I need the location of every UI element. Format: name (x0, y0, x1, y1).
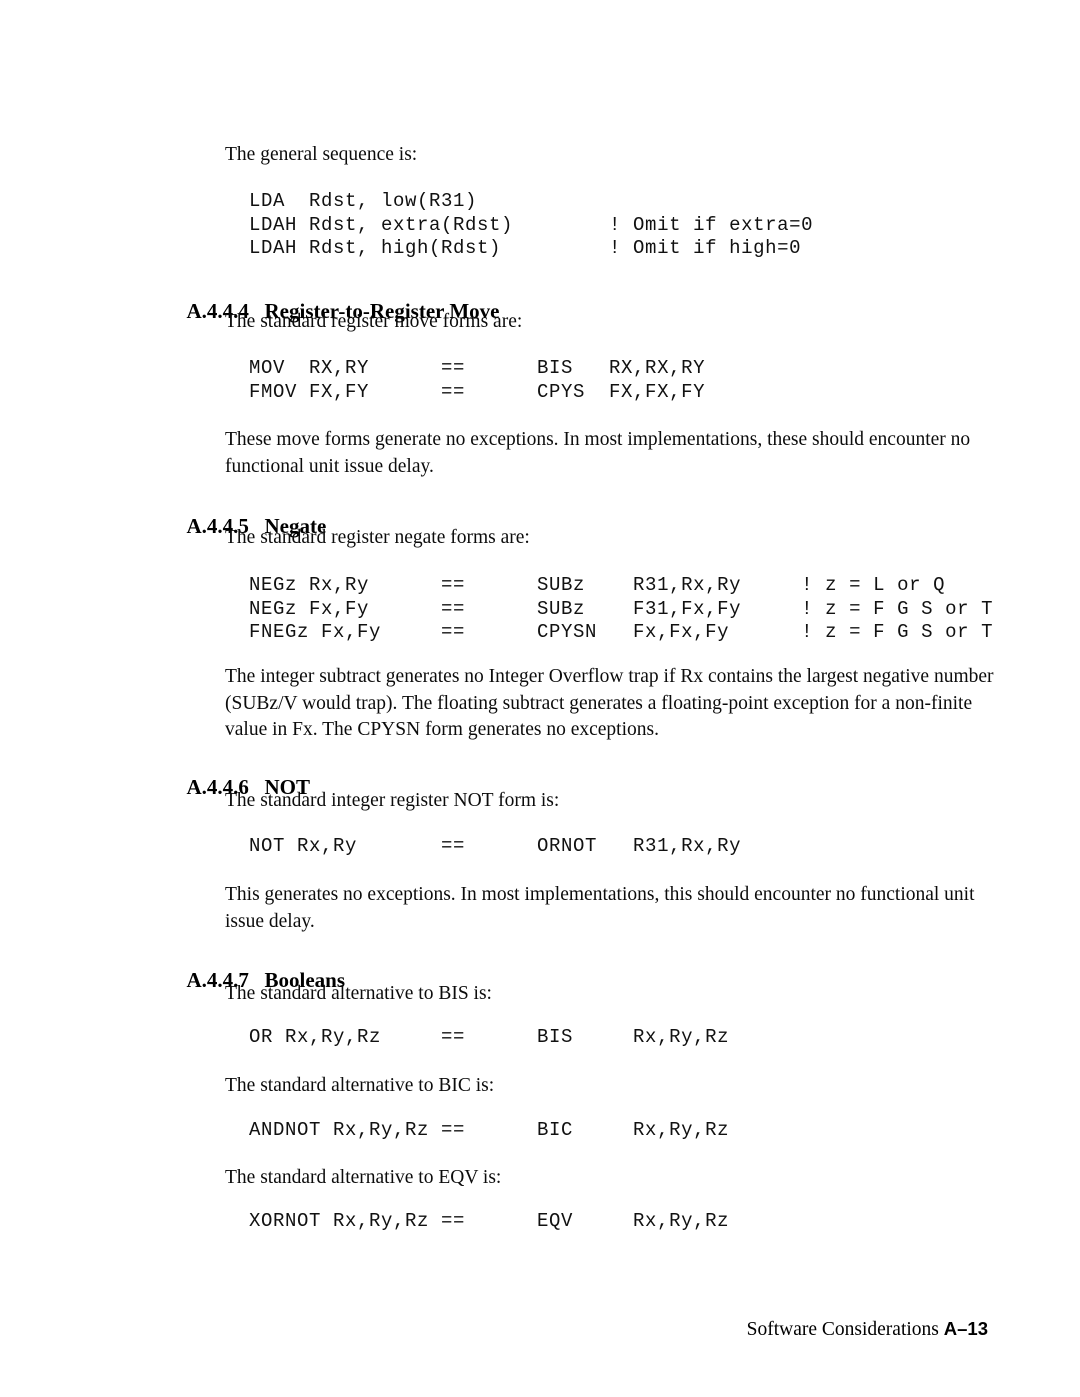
paragraph-move-forms-note: These move forms generate no exceptions.… (225, 429, 976, 477)
paragraph-negate-forms-intro: The standard register negate forms are: (225, 527, 530, 548)
paragraph-not-note: This generates no exceptions. In most im… (225, 884, 980, 932)
paragraph-general-sequence-intro: The general sequence is: (225, 144, 418, 165)
code-block-not: NOT Rx,Ry == ORNOT R31,Rx,Ry (249, 835, 742, 857)
paragraph-move-forms-intro: The standard register move forms are: (225, 311, 523, 332)
code-block-general-sequence: LDA Rdst, low(R31) LDAH Rdst, extra(Rdst… (249, 190, 814, 259)
paragraph-negate-note: The integer subtract generates no Intege… (225, 666, 999, 740)
code-block-negate: NEGz Rx,Ry == SUBz R31,Rx,Ry ! z = L or … (249, 574, 994, 643)
footer-page-number: A–13 (943, 1318, 988, 1339)
code-block-xornot: XORNOT Rx,Ry,Rz == EQV Rx,Ry,Rz (249, 1210, 730, 1232)
code-block-or: OR Rx,Ry,Rz == BIS Rx,Ry,Rz (249, 1026, 730, 1048)
document-page: The general sequence is: LDA Rdst, low(R… (0, 0, 1080, 1397)
footer-title: Software Considerations (746, 1319, 939, 1340)
paragraph-bic-alternative-intro: The standard alternative to BIC is: (225, 1075, 495, 1096)
page-footer: Software Considerations A–13 (0, 1318, 1080, 1341)
paragraph-not-form-intro: The standard integer register NOT form i… (225, 790, 560, 811)
code-block-andnot: ANDNOT Rx,Ry,Rz == BIC Rx,Ry,Rz (249, 1119, 730, 1141)
code-block-register-move: MOV RX,RY == BIS RX,RX,RY FMOV FX,FY == … (249, 357, 706, 403)
paragraph-bis-alternative-intro: The standard alternative to BIS is: (225, 983, 492, 1004)
paragraph-eqv-alternative-intro: The standard alternative to EQV is: (225, 1167, 502, 1188)
